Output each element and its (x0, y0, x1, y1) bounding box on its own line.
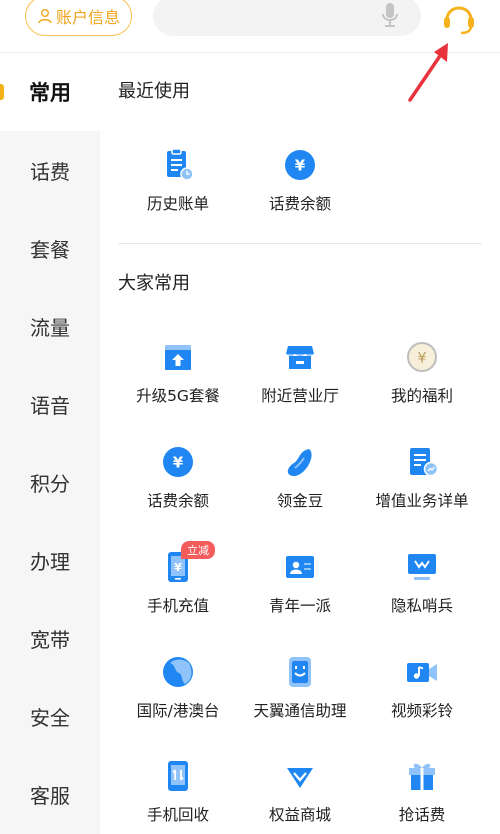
tile-phone-recharge[interactable]: ¥ 立减 手机充值 (113, 541, 243, 630)
tile-label: 天翼通信助理 (253, 702, 347, 720)
tile-history-bill[interactable]: 历史账单 (113, 148, 243, 228)
globe-icon (163, 657, 193, 687)
tile-label: 抢话费 (398, 806, 446, 824)
tile-label: 手机充值 (146, 597, 209, 615)
sidebar-item-service[interactable]: 客服 (0, 755, 100, 833)
tile-label: 升级5G套餐 (136, 387, 220, 405)
welfare-coin-icon: ¥ (407, 342, 437, 372)
tile-label: 话费余额 (268, 195, 331, 213)
tile-gold-bean[interactable]: 领金豆 (235, 445, 365, 525)
sidebar-item-label: 流量 (30, 315, 70, 340)
user-icon (38, 9, 52, 24)
sidebar-item-data[interactable]: 流量 (0, 287, 100, 365)
svg-text:¥: ¥ (173, 454, 184, 472)
sidebar-item-label: 语音 (30, 393, 70, 418)
tile-label: 隐私哨兵 (390, 597, 453, 615)
tile-label: 青年一派 (268, 597, 331, 615)
sidebar-item-label: 积分 (30, 471, 70, 496)
tile-label: 手机回收 (146, 806, 209, 824)
category-sidebar: 常用 话费 套餐 流量 语音 积分 办理 宽带 安全 客服 (0, 53, 100, 834)
sidebar-item-voice[interactable]: 语音 (0, 365, 100, 443)
sidebar-item-phone-fee[interactable]: 话费 (0, 131, 100, 209)
sidebar-item-package[interactable]: 套餐 (0, 209, 100, 287)
monitor-icon (408, 554, 436, 580)
tile-label: 权益商城 (268, 806, 331, 824)
tile-upgrade-5g[interactable]: 升级5G套餐 (113, 340, 243, 420)
tile-youth[interactable]: 青年一派 (235, 550, 365, 630)
tile-tianyi-assistant[interactable]: 天翼通信助理 (235, 655, 365, 735)
assistant-phone-icon (289, 657, 311, 687)
tile-rights-mall[interactable]: 权益商城 (235, 759, 365, 834)
store-icon (286, 346, 314, 369)
tile-fee-balance[interactable]: ¥ 话费余额 (235, 148, 365, 228)
tile-fee-balance-2[interactable]: ¥ 话费余额 (113, 445, 243, 525)
upgrade-5g-icon (165, 345, 191, 370)
video-ring-icon (407, 663, 437, 682)
sidebar-item-common[interactable]: 常用 (0, 53, 100, 131)
section-divider (118, 243, 482, 244)
main-content: 最近使用 历史账单 ¥ 话费余额 大家常用 升级5G套餐 附近营业厅 ¥ 我的福… (100, 53, 500, 834)
sidebar-item-label: 套餐 (30, 237, 70, 262)
tile-label: 历史账单 (146, 195, 209, 213)
recent-section-title: 最近使用 (118, 81, 190, 102)
tile-phone-recycle[interactable]: 手机回收 (113, 759, 243, 834)
top-bar: 账户信息 (0, 0, 500, 52)
tile-privacy-sentinel[interactable]: 隐私哨兵 (357, 550, 487, 630)
customer-service-headset-icon[interactable] (440, 0, 478, 36)
doc-chart-icon (410, 448, 439, 477)
id-card-icon (286, 556, 314, 578)
discount-badge: 立减 (181, 541, 215, 559)
tile-label: 国际/港澳台 (136, 702, 220, 720)
svg-text:¥: ¥ (174, 561, 182, 574)
tile-label: 领金豆 (276, 492, 324, 510)
tile-label: 视频彩铃 (390, 702, 453, 720)
sidebar-item-label: 办理 (30, 549, 70, 574)
common-section-title: 大家常用 (118, 273, 190, 294)
tile-my-welfare[interactable]: ¥ 我的福利 (357, 340, 487, 420)
tile-grab-fee[interactable]: 抢话费 (357, 759, 487, 834)
tile-label: 增值业务详单 (375, 492, 469, 510)
sidebar-item-label: 话费 (30, 159, 70, 184)
search-input[interactable] (153, 0, 421, 36)
tile-international[interactable]: 国际/港澳台 (113, 655, 243, 735)
tile-nearby-store[interactable]: 附近营业厅 (235, 340, 365, 420)
sidebar-item-security[interactable]: 安全 (0, 677, 100, 755)
yuan-coin-icon: ¥ (163, 447, 193, 477)
sidebar-item-label: 客服 (30, 783, 70, 808)
phone-recycle-icon (168, 761, 188, 791)
sidebar-item-label: 宽带 (30, 627, 70, 652)
sidebar-item-points[interactable]: 积分 (0, 443, 100, 521)
diamond-icon (287, 768, 313, 788)
account-info-button[interactable]: 账户信息 (25, 0, 132, 36)
tile-video-ringtone[interactable]: 视频彩铃 (357, 655, 487, 735)
microphone-icon[interactable] (381, 2, 399, 28)
sidebar-item-label: 常用 (29, 81, 71, 105)
gift-icon (409, 763, 435, 790)
account-info-label: 账户信息 (55, 8, 120, 27)
svg-text:¥: ¥ (295, 157, 306, 175)
tile-label: 话费余额 (146, 492, 209, 510)
tile-label: 附近营业厅 (261, 387, 339, 405)
sidebar-item-handle[interactable]: 办理 (0, 521, 100, 599)
sidebar-item-broadband[interactable]: 宽带 (0, 599, 100, 677)
sidebar-item-label: 安全 (30, 705, 70, 730)
bean-icon (287, 449, 312, 477)
yuan-coin-icon: ¥ (285, 150, 315, 180)
tile-label: 我的福利 (390, 387, 453, 405)
tile-value-added-detail[interactable]: 增值业务详单 (357, 445, 487, 525)
bill-icon (167, 148, 194, 181)
svg-text:¥: ¥ (418, 351, 427, 367)
app-screen: 账户信息 常用 话费 套餐 流量 语音 积分 办理 宽带 安全 客服 最近使用 … (0, 0, 500, 834)
